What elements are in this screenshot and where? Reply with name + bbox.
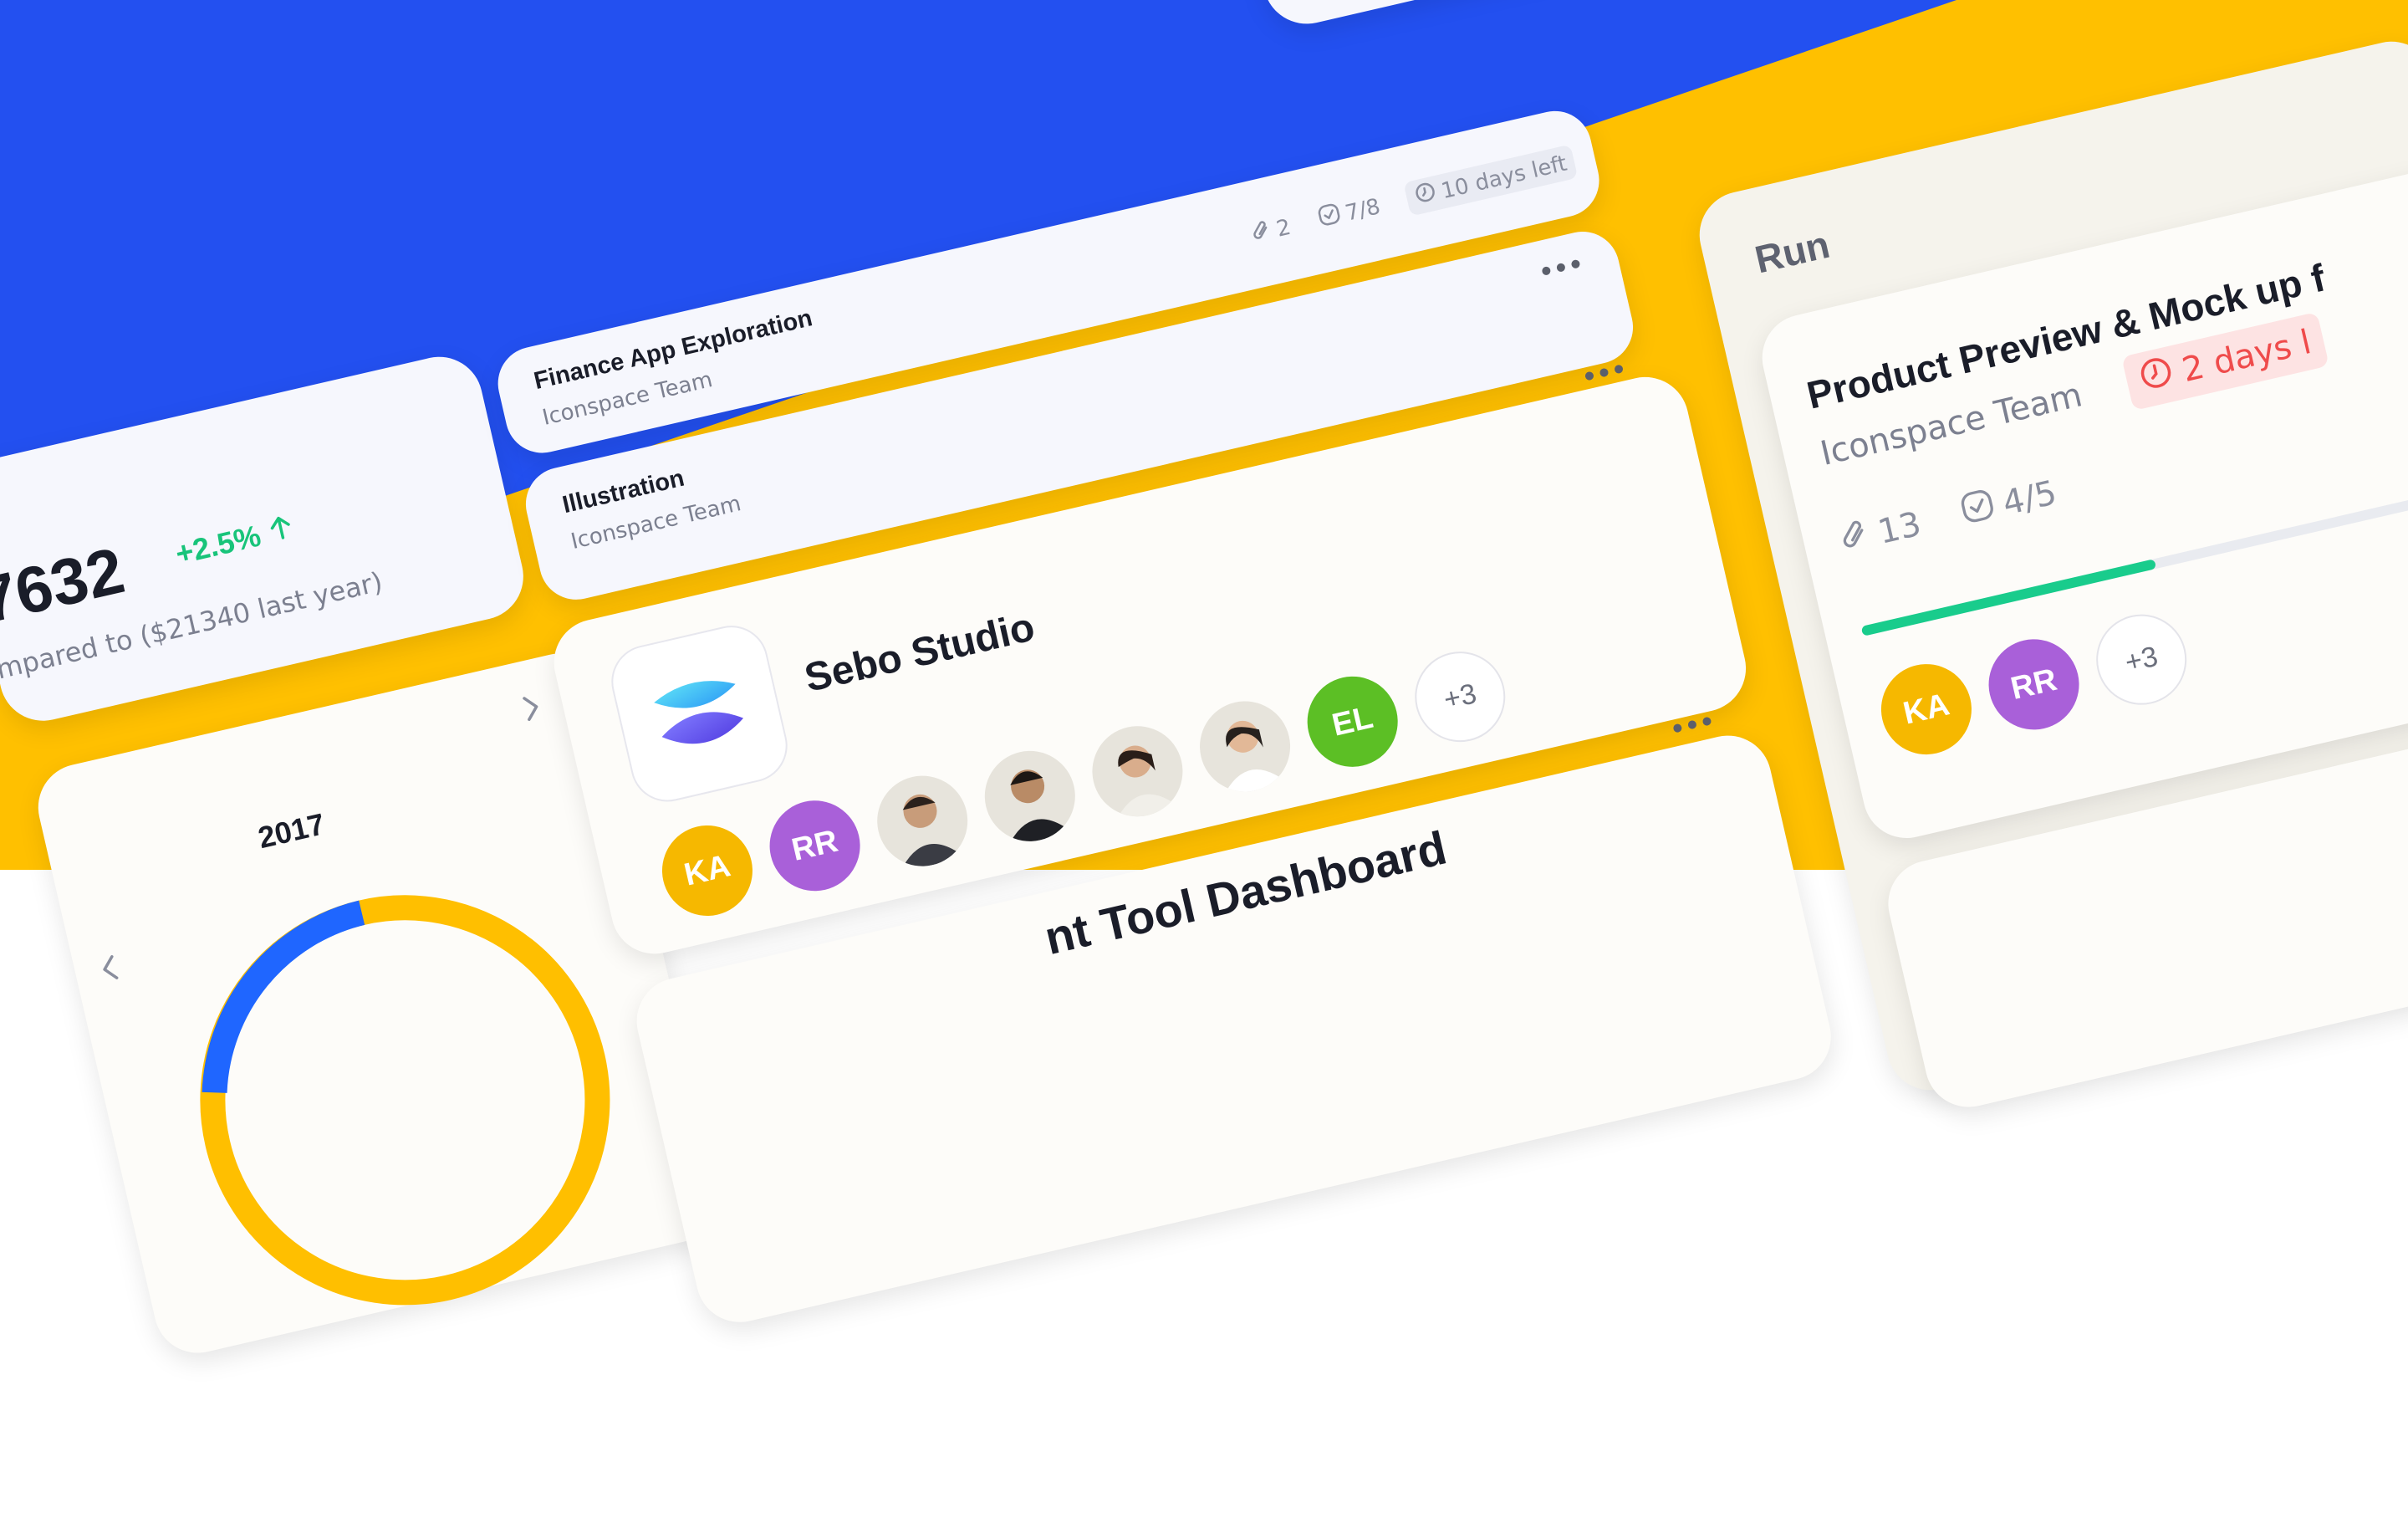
more-options-icon[interactable]: [1584, 364, 1625, 381]
attachments: 2: [1249, 212, 1293, 250]
paperclip-icon: [1249, 217, 1275, 250]
avatar[interactable]: EL: [1298, 667, 1407, 776]
paperclip-icon: [1836, 514, 1875, 563]
chevron-right-icon[interactable]: [519, 692, 544, 727]
avatar[interactable]: KA: [653, 816, 762, 925]
clock-icon: [2136, 353, 2178, 401]
task-meta: 13 4/5: [1836, 471, 2060, 563]
revenue-amount: 7632: [0, 533, 131, 638]
check-circle-icon: [1314, 201, 1344, 234]
project-meta: 2 7/8 10 days left: [1248, 144, 1579, 252]
column-title: Run: [1751, 222, 1834, 282]
attachments: 13: [1836, 503, 1925, 563]
avatar-photo[interactable]: [1191, 692, 1299, 801]
revenue-card: 7632 +2.5% mpared to ($21340 last year): [0, 348, 533, 730]
clock-icon: [1412, 179, 1440, 211]
avatar-photo[interactable]: [1083, 717, 1192, 825]
avatar-photo[interactable]: [868, 766, 977, 876]
check-circle-icon: [1956, 485, 2001, 535]
donut-chart: [145, 840, 667, 1365]
avatar-photo[interactable]: [976, 742, 1084, 851]
chevron-left-icon[interactable]: [97, 953, 122, 988]
arrow-up-icon: [266, 511, 297, 550]
deadline-badge: 10 days left: [1403, 144, 1579, 217]
calendar-year: 2017: [254, 806, 329, 856]
more-options-icon[interactable]: [1672, 716, 1712, 733]
studio-name: Sebo Studio: [800, 605, 1039, 701]
more-members-button[interactable]: +3: [1406, 642, 1515, 751]
tasks: 4/5: [1956, 471, 2061, 535]
avatar[interactable]: RR: [1979, 630, 2089, 739]
tasks: 7/8: [1314, 192, 1383, 234]
revenue-change: +2.5%: [172, 511, 297, 572]
studio-logo: [604, 618, 795, 810]
more-options-icon[interactable]: [1541, 258, 1581, 276]
revenue-change-value: +2.5%: [171, 518, 264, 571]
more-members-button[interactable]: +3: [2087, 605, 2196, 714]
top-card: [1232, 0, 2212, 33]
task-card[interactable]: Product Preview & Mock up f Iconspace Te…: [1753, 156, 2408, 847]
avatar[interactable]: RR: [760, 791, 870, 901]
avatar[interactable]: KA: [1872, 655, 1981, 764]
